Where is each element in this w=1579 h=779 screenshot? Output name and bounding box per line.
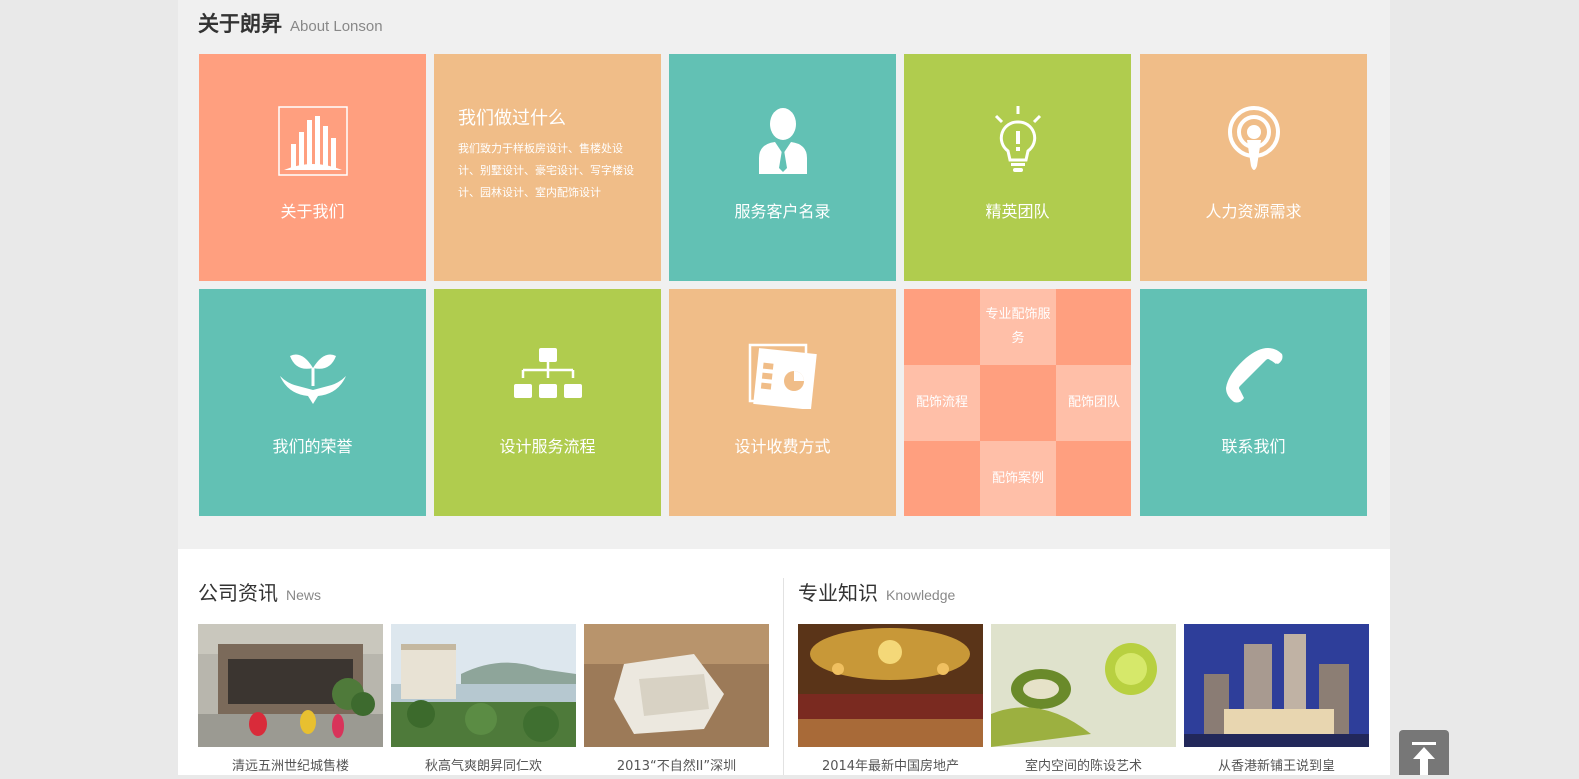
tile-about-us[interactable]: 关于我们 bbox=[199, 54, 426, 281]
knowledge-title-en: Knowledge bbox=[886, 587, 956, 603]
tile-contact[interactable]: 联系我们 bbox=[1140, 289, 1367, 516]
tile-about-us-label: 关于我们 bbox=[280, 202, 345, 221]
tile-hr[interactable]: 人力资源需求 bbox=[1140, 54, 1367, 281]
mosaic-decor-cases[interactable]: 配饰案例 bbox=[980, 441, 1056, 516]
tile-team[interactable]: 精英团队 bbox=[904, 54, 1131, 281]
tile-decor-mosaic: 专业配饰服务 配饰流程 配饰团队 配饰案例 bbox=[904, 289, 1131, 516]
tile-clients[interactable]: 服务客户名录 bbox=[669, 54, 896, 281]
news-item-3[interactable]: 2013“不自然II”深圳 bbox=[584, 755, 769, 774]
tile-what-we-did[interactable]: 我们做过什么 我们致力于样板房设计、售楼处设计、别墅设计、豪宅设计、写字楼设计、… bbox=[434, 54, 661, 281]
news-thumb-3[interactable] bbox=[584, 624, 769, 747]
tile-fees[interactable]: 设计收费方式 bbox=[669, 289, 896, 516]
sprout-icon bbox=[278, 341, 348, 411]
knowledge-title-cn: 专业知识 bbox=[798, 581, 878, 605]
knowledge-item-1[interactable]: 2014年最新中国房地产 bbox=[798, 755, 983, 774]
news-thumb-2[interactable] bbox=[391, 624, 576, 747]
mosaic-decor-process[interactable]: 配饰流程 bbox=[904, 365, 980, 441]
news-item-1[interactable]: 清远五洲世纪城售楼 bbox=[198, 755, 383, 774]
phone-icon bbox=[1219, 341, 1289, 411]
broadcast-icon bbox=[1219, 106, 1289, 176]
tile-fees-label: 设计收费方式 bbox=[734, 437, 831, 456]
report-icon bbox=[748, 341, 818, 411]
knowledge-thumb-1[interactable] bbox=[798, 624, 983, 747]
back-to-top-button[interactable] bbox=[1399, 730, 1449, 775]
about-section: 关于朗昇 About Lonson 关于我们 我们做过什么 我们致力于样板房设计… bbox=[178, 0, 1390, 549]
mosaic-decor-service[interactable]: 专业配饰服务 bbox=[980, 289, 1056, 365]
news-thumb-1[interactable] bbox=[198, 624, 383, 747]
news-item-2[interactable]: 秋高气爽朗昇同仁欢 bbox=[391, 755, 576, 774]
client-icon bbox=[748, 106, 818, 176]
about-title-cn: 关于朗昇 bbox=[198, 12, 282, 36]
tile-process[interactable]: 设计服务流程 bbox=[434, 289, 661, 516]
about-title-en: About Lonson bbox=[290, 18, 383, 35]
knowledge-section: 专业知识 Knowledge 2014年最新中国房地产 室内空间的陈设艺术 从香… bbox=[798, 549, 1373, 775]
tile-contact-label: 联系我们 bbox=[1221, 437, 1286, 456]
knowledge-item-3[interactable]: 从香港新铺王说到皇 bbox=[1184, 755, 1369, 774]
news-title: 公司资讯 News bbox=[198, 577, 321, 606]
building-icon bbox=[277, 106, 348, 176]
knowledge-title: 专业知识 Knowledge bbox=[798, 577, 955, 606]
tile-process-label: 设计服务流程 bbox=[499, 437, 596, 456]
tile-hr-label: 人力资源需求 bbox=[1205, 202, 1302, 221]
knowledge-item-2[interactable]: 室内空间的陈设艺术 bbox=[991, 755, 1176, 774]
about-title: 关于朗昇 About Lonson bbox=[198, 8, 383, 40]
knowledge-thumb-2[interactable] bbox=[991, 624, 1176, 747]
what-we-did-desc: 我们致力于样板房设计、售楼处设计、别墅设计、豪宅设计、写字楼设计、园林设计、室内… bbox=[458, 142, 634, 199]
back-to-top-icon bbox=[1412, 742, 1436, 775]
column-divider bbox=[783, 578, 784, 775]
tile-team-label: 精英团队 bbox=[985, 202, 1050, 221]
knowledge-thumb-3[interactable] bbox=[1184, 624, 1369, 747]
tile-honors[interactable]: 我们的荣誉 bbox=[199, 289, 426, 516]
news-title-en: News bbox=[286, 587, 322, 603]
org-chart-icon bbox=[513, 341, 583, 411]
news-title-cn: 公司资讯 bbox=[198, 581, 278, 605]
tile-honors-label: 我们的荣誉 bbox=[272, 437, 353, 456]
what-we-did-title: 我们做过什么 bbox=[458, 108, 566, 129]
lightbulb-icon bbox=[983, 106, 1053, 176]
news-section: 公司资讯 News 清远五洲世纪城售楼 秋高气爽朗昇同仁欢 2013“不自然II… bbox=[198, 549, 773, 775]
mosaic-decor-team[interactable]: 配饰团队 bbox=[1056, 365, 1131, 441]
tile-clients-label: 服务客户名录 bbox=[734, 202, 831, 221]
main-container: 关于朗昇 About Lonson 关于我们 我们做过什么 我们致力于样板房设计… bbox=[178, 0, 1390, 775]
